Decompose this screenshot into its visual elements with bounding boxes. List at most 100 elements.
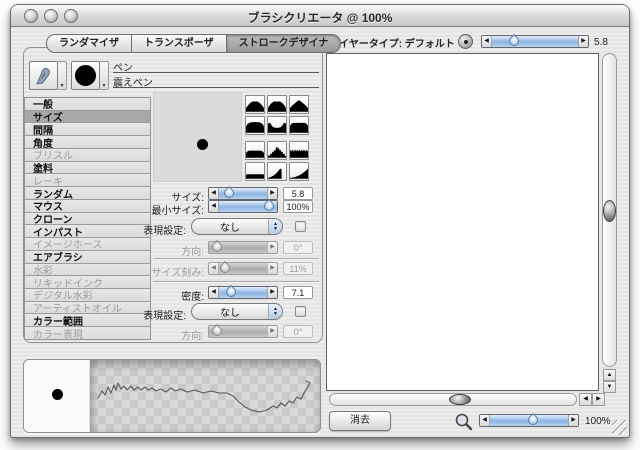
layer-option-button[interactable]	[458, 34, 473, 49]
test-canvas[interactable]	[326, 53, 599, 391]
vertical-scroll-thumb[interactable]	[603, 200, 616, 222]
horizontal-scroll-thumb[interactable]	[449, 394, 471, 405]
canvas-zoom-slider[interactable]: ◀ ▶	[479, 414, 579, 427]
tip-shape-5-icon[interactable]	[267, 116, 287, 135]
fountain-pen-nib-icon	[33, 65, 55, 87]
slider-right-arrow-icon[interactable]: ▶	[568, 415, 578, 426]
tip-shape-4-icon[interactable]	[245, 116, 265, 135]
round-brush-dot-icon	[75, 65, 96, 86]
slider-right-arrow-icon[interactable]: ▶	[267, 188, 277, 199]
sidebar-item-angle[interactable]: 角度	[25, 136, 150, 149]
sidebar-item-size[interactable]: サイズ	[25, 111, 150, 124]
slider-left-arrow-icon[interactable]: ◀	[480, 415, 490, 426]
sidebar-item-bristle: ブリスル	[25, 149, 150, 162]
slider-left-arrow-icon[interactable]: ◀	[209, 287, 219, 298]
brush-shape-button[interactable]	[71, 61, 100, 90]
category-list: 一般 サイズ 間隔 角度 ブリスル 塗料 レーキ ランダム マウス クローン イ…	[24, 97, 151, 340]
tip-shape-9-icon[interactable]	[289, 141, 309, 160]
slider-left-arrow-icon[interactable]: ◀	[209, 188, 219, 199]
density-slider[interactable]: ◀ ▶	[208, 286, 278, 299]
direction-value: 0°	[283, 241, 313, 254]
scroll-down-arrow-icon[interactable]: ▼	[603, 381, 616, 393]
size-step-value: 11%	[283, 262, 313, 275]
tip-shape-10-icon[interactable]	[245, 162, 265, 181]
tip-shape-grid-top	[245, 95, 309, 135]
tip-shape-grid-bottom	[245, 141, 309, 181]
min-size-value: 100%	[283, 200, 313, 213]
updown-stepper-icon[interactable]: ▲▼	[268, 219, 282, 234]
scroll-up-arrow-icon[interactable]: ▲	[603, 369, 616, 381]
density-label: 密度:	[104, 288, 204, 303]
slider-left-arrow-icon[interactable]: ◀	[482, 36, 492, 47]
slider-thumb[interactable]	[262, 199, 276, 213]
dab-dot	[52, 389, 63, 400]
direction-label: 方向:	[104, 327, 204, 342]
expression-label: 表現設定:	[86, 307, 186, 322]
slider-thumb[interactable]	[222, 186, 236, 200]
sidebar-item-spacing[interactable]: 間隔	[25, 123, 150, 136]
clear-button[interactable]: 消去	[329, 411, 391, 431]
dab-dot	[197, 139, 208, 150]
tip-shape-12-icon[interactable]	[289, 162, 309, 181]
stroke-dab-swatch	[24, 360, 90, 432]
expression-dropdown[interactable]: なし ▲▼	[191, 218, 283, 235]
tip-shape-1-icon[interactable]	[245, 95, 265, 114]
scroll-left-arrow-icon[interactable]: ◀	[579, 393, 592, 406]
slider-thumb[interactable]	[224, 285, 238, 299]
expression-dropdown[interactable]: なし ▲▼	[191, 303, 283, 320]
expression-label: 表現設定:	[86, 222, 186, 237]
direction-slider: ▶	[208, 241, 278, 254]
stroke-size-slider[interactable]: ◀ ▶	[481, 35, 589, 48]
stroke-size-value: 5.8	[594, 37, 608, 48]
min-size-slider[interactable]: ◀	[208, 200, 278, 213]
tab-randomizer[interactable]: ランダマイザ	[46, 34, 132, 53]
tip-shape-11-icon[interactable]	[267, 162, 287, 181]
sidebar-item-paint[interactable]: 塗料	[25, 162, 150, 175]
scroll-right-arrow-icon[interactable]: ▶	[592, 393, 605, 406]
tab-bar: ランダマイザ トランスポーザ ストロークデザイナ	[46, 34, 341, 53]
screenshot-stage: ブラシクリエータ @ 100% ランダマイザ トランスポーザ ストロークデザイナ…	[0, 0, 640, 450]
updown-stepper-icon[interactable]: ▲▼	[268, 304, 282, 319]
vertical-scrollbar[interactable]	[602, 53, 617, 367]
brush-creator-window: ブラシクリエータ @ 100% ランダマイザ トランスポーザ ストロークデザイナ…	[10, 4, 630, 438]
tip-shape-7-icon[interactable]	[245, 141, 265, 160]
slider-thumb[interactable]	[526, 413, 540, 427]
direction-value: 0°	[283, 325, 313, 338]
tip-shape-3-icon[interactable]	[289, 95, 309, 114]
resize-grip[interactable]	[612, 420, 627, 435]
magnifier-icon	[454, 412, 474, 432]
stroke-preview	[23, 359, 321, 433]
tab-transposer[interactable]: トランスポーザ	[131, 34, 227, 53]
divider	[153, 258, 319, 259]
tip-shape-6-icon[interactable]	[289, 116, 309, 135]
dab-preview	[153, 92, 242, 182]
direction-slider: ▶	[208, 325, 278, 338]
transparency-checkerboard	[90, 360, 320, 432]
divider	[113, 87, 319, 88]
tool-pen-dropdown[interactable]: ▾	[58, 61, 67, 90]
tool-pen-button[interactable]	[29, 61, 58, 90]
slider-right-arrow-icon[interactable]: ▶	[267, 287, 277, 298]
min-size-label: 最小サイズ:	[104, 202, 204, 217]
slider-right-arrow-icon[interactable]: ▶	[578, 36, 588, 47]
slider-left-arrow-icon[interactable]: ◀	[209, 201, 219, 212]
stroke-sample-line	[90, 360, 321, 433]
tip-shape-2-icon[interactable]	[267, 95, 287, 114]
horizontal-scrollbar[interactable]	[329, 393, 577, 406]
size-step-label: サイズ刻み:	[104, 264, 204, 279]
size-value: 5.8	[283, 187, 313, 200]
size-step-slider: ◀ ▶	[208, 262, 278, 275]
direction-label: 方向:	[104, 243, 204, 258]
expression-checkbox[interactable]	[295, 306, 306, 317]
sidebar-item-general[interactable]: 一般	[25, 98, 150, 111]
title-bar[interactable]: ブラシクリエータ @ 100%	[11, 5, 629, 27]
tip-shape-8-icon[interactable]	[267, 141, 287, 160]
divider	[113, 72, 319, 73]
size-slider[interactable]: ◀ ▶	[208, 187, 278, 200]
divider	[153, 281, 319, 282]
brush-shape-dropdown[interactable]: ▾	[100, 61, 109, 90]
window-title: ブラシクリエータ @ 100%	[11, 9, 629, 26]
slider-thumb[interactable]	[507, 34, 521, 48]
expression-checkbox[interactable]	[295, 221, 306, 232]
tab-stroke-designer[interactable]: ストロークデザイナ	[226, 34, 342, 53]
